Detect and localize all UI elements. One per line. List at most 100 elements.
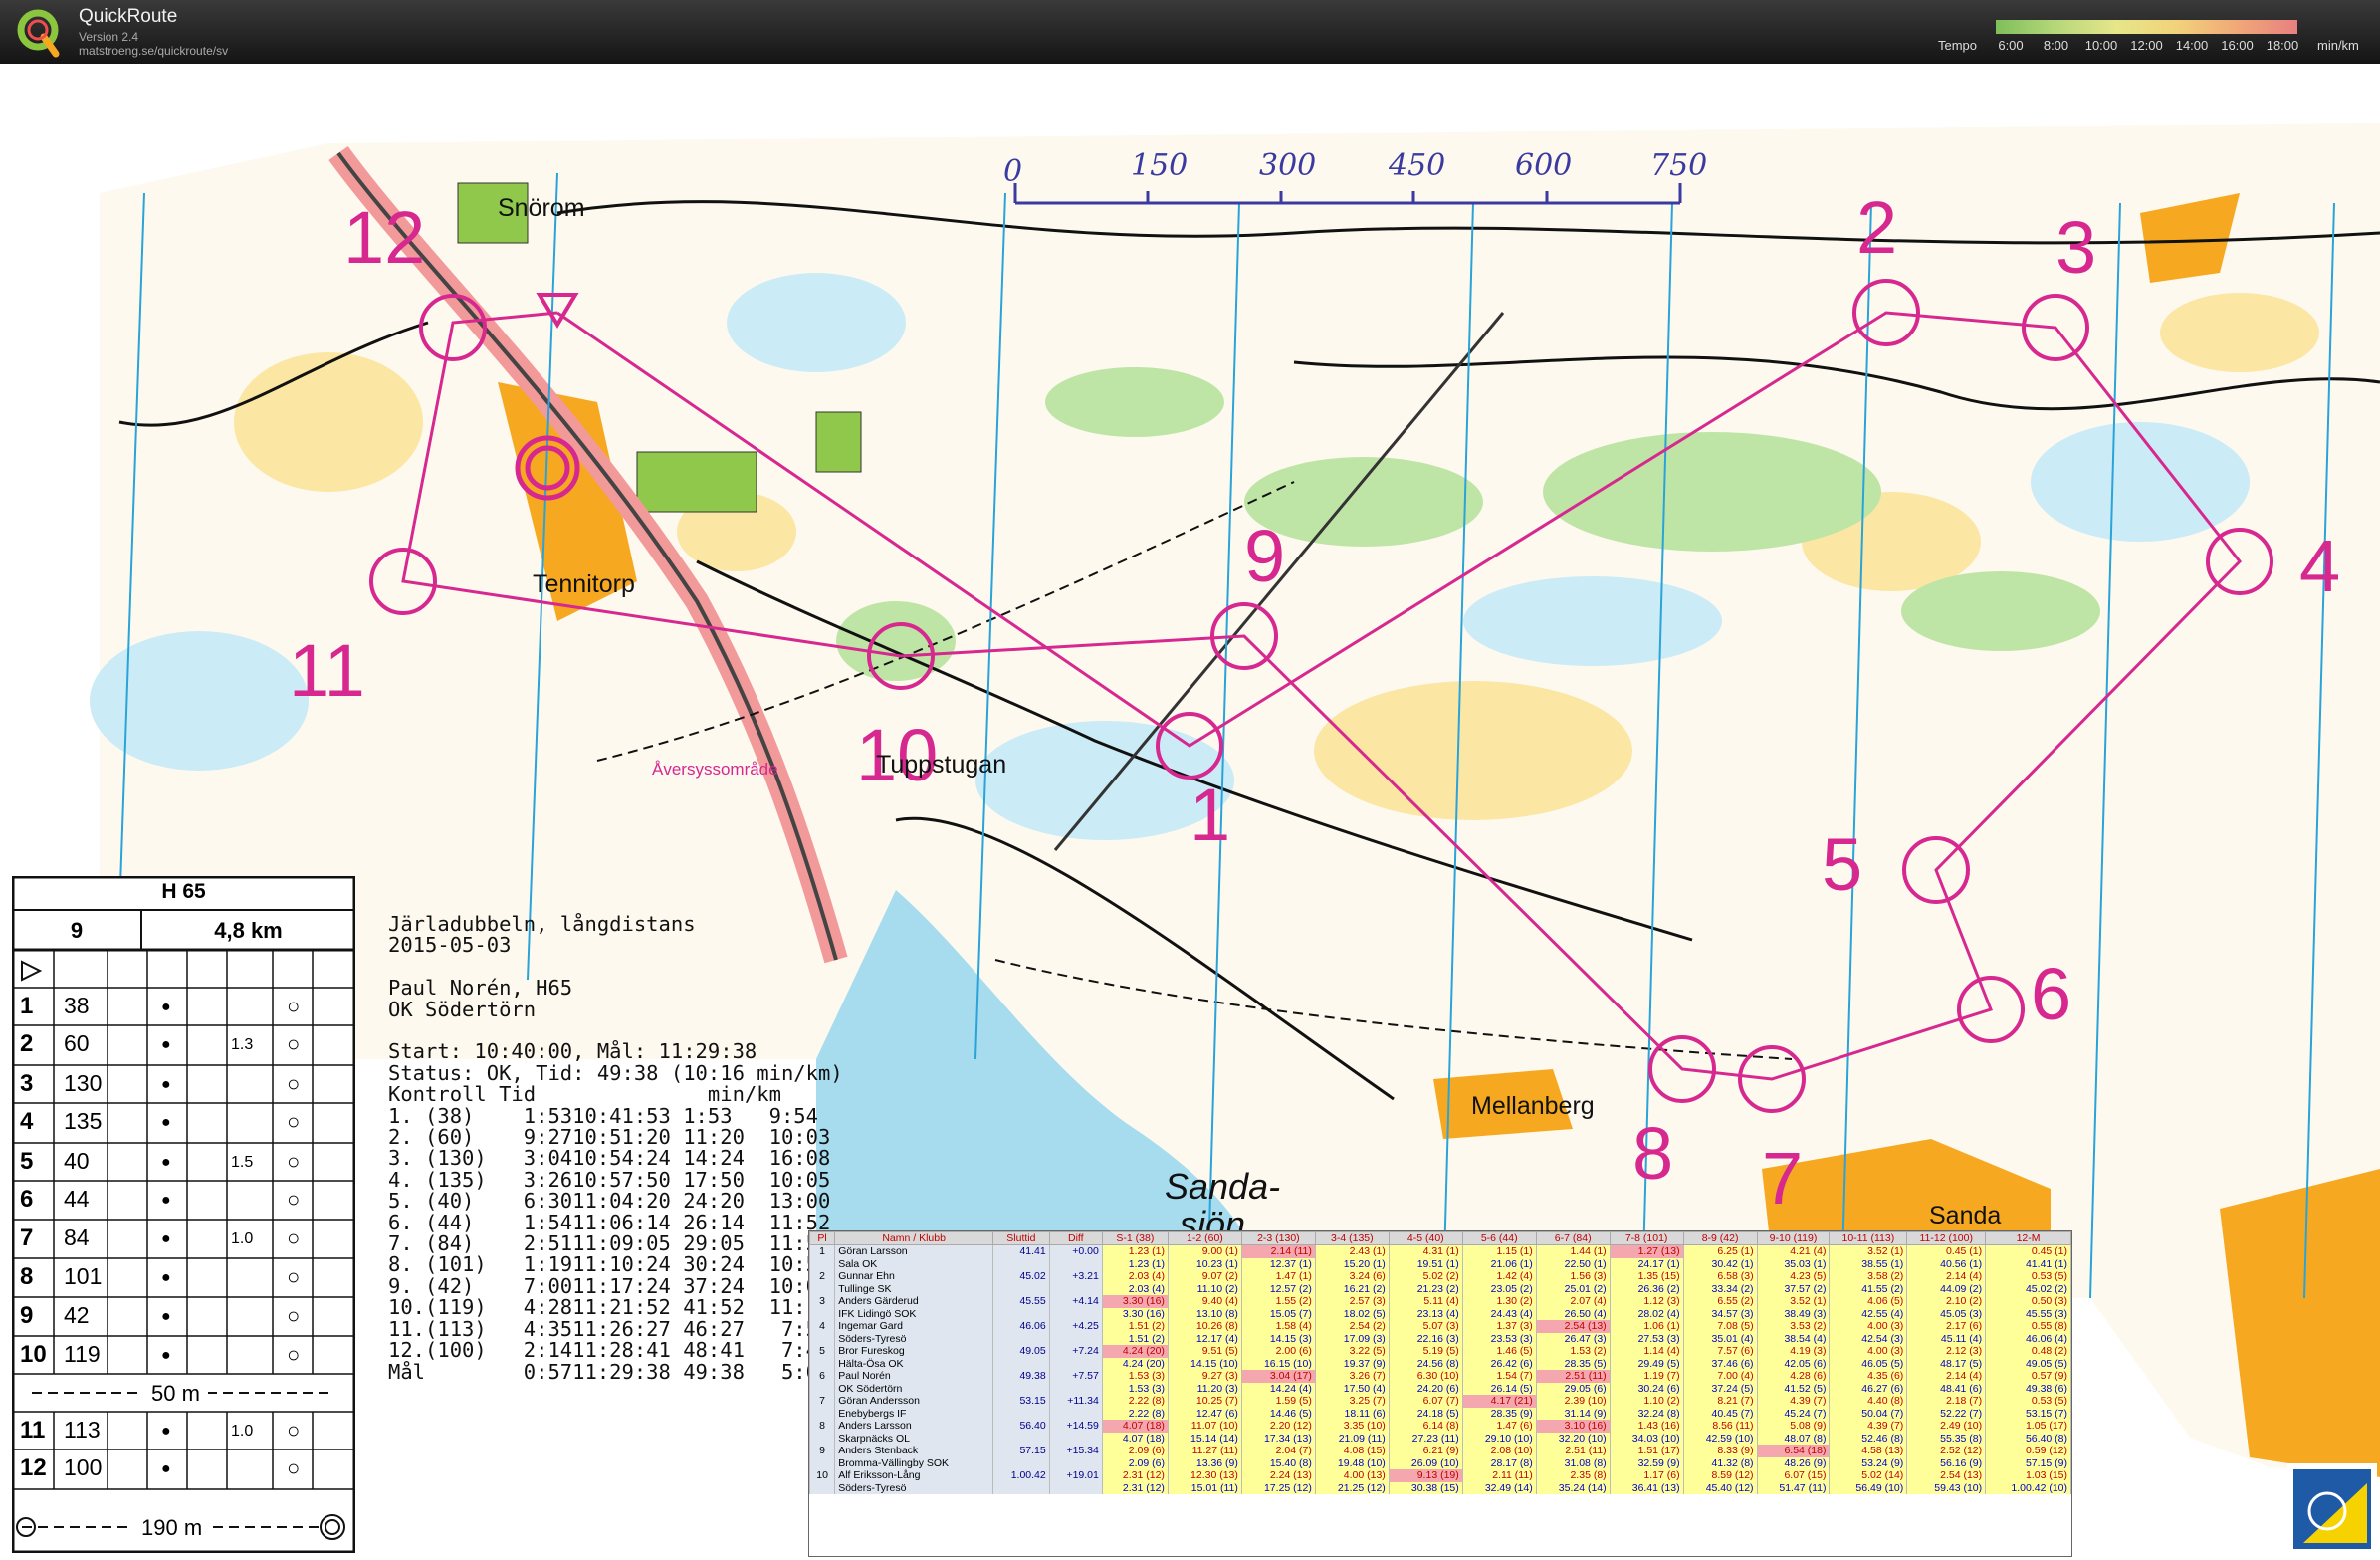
split-leg-cell: 2.11 (11) (1461, 1469, 1537, 1482)
table-row[interactable]: 8 Anders Larsson 56.40 +14.59 4.07 (18) 11.07… (808, 1420, 2071, 1433)
split-leg-cell: 1.51 (17) (1609, 1445, 1684, 1457)
split-leg-cell: 2.52 (12) (1906, 1445, 1987, 1457)
tempo-color-scale (1996, 20, 2297, 34)
runner-name-cell: Paul Norén (834, 1370, 994, 1383)
split-leg-cell: 4.58 (13) (1829, 1445, 1908, 1457)
split-total-cell: 23.05 (2) (1461, 1282, 1537, 1295)
table-row[interactable]: Skarpnäcks OL 4.07 (18) 15.14 (14) 17.34 (1… (808, 1432, 2071, 1445)
time-diff-cell (1048, 1407, 1103, 1420)
split-leg-cell: 9.00 (1) (1167, 1244, 1242, 1258)
split-table-body: 1 Göran Larsson 41.41 +0.00 1.23 (1) 9.00 (1)… (808, 1244, 2071, 1494)
table-row[interactable]: 10 Alf Eriksson-Lång 1.00.42 +19.01 2.31 (12… (808, 1469, 2071, 1482)
tempo-tick: 12:00 (2130, 38, 2163, 53)
split-leg-cell: 0.45 (1) (1985, 1244, 2071, 1258)
split-leg-cell: 4.39 (7) (1829, 1420, 1908, 1433)
control-code: 100 (64, 1454, 103, 1480)
control-position-icon: ○ (287, 1187, 301, 1212)
split-total-cell: 42.59 (10) (1682, 1432, 1758, 1445)
app-url[interactable]: matstroeng.se/quickroute/sv (79, 44, 228, 58)
table-row[interactable]: Bromma-Vällingby SOK 2.09 (6) 13.36 (9) 15.… (808, 1456, 2071, 1469)
split-total-cell: 46.06 (4) (1985, 1332, 2071, 1345)
time-diff-cell: +4.14 (1048, 1295, 1103, 1308)
split-total-cell: 48.26 (9) (1756, 1456, 1831, 1469)
split-times-table[interactable]: Pl Namn / Klubb Sluttid Diff S-1 (38) 1-2 (60… (808, 1230, 2072, 1557)
table-row[interactable]: Söders-Tyresö 1.51 (2) 12.17 (4) 14.15 (3) 1… (808, 1332, 2071, 1345)
control-feature-icon: ● (161, 1230, 171, 1247)
table-row[interactable]: 3 Anders Gärderud 45.55 +4.14 3.30 (16) 9.40 … (808, 1295, 2071, 1308)
table-row[interactable]: IFK Lidingö SOK 3.30 (16) 13.10 (8) 15.05 (… (808, 1307, 2071, 1320)
split-total-cell: 17.09 (3) (1314, 1332, 1390, 1345)
split-total-cell: 45.55 (3) (1985, 1307, 2071, 1320)
table-row[interactable]: 9 Anders Stenback 57.15 +15.34 2.09 (6) 11.27… (808, 1445, 2071, 1457)
table-row[interactable]: Hälta-Ösa OK 4.24 (20) 14.15 (10) 16.15 (10… (808, 1357, 2071, 1370)
control-number-6: 6 (2031, 953, 2071, 1035)
runner-name-cell: Anders Larsson (834, 1420, 994, 1433)
placement-cell (808, 1456, 836, 1469)
split-total-cell: 4.07 (18) (1101, 1432, 1169, 1445)
table-row[interactable]: 7 Göran Andersson 53.15 +11.34 2.22 (8) 10.25… (808, 1395, 2071, 1408)
split-leg-cell: 1.59 (5) (1240, 1395, 1316, 1408)
placement-cell (808, 1257, 836, 1270)
split-total-cell: 56.16 (9) (1906, 1456, 1987, 1469)
time-diff-cell: +0.00 (1048, 1244, 1103, 1258)
split-leg-cell: 2.57 (3) (1314, 1295, 1390, 1308)
table-row[interactable]: Enebybergs IF 2.22 (8) 12.47 (6) 14.46 (5) 1… (808, 1407, 2071, 1420)
split-leg-cell: 0.48 (2) (1985, 1345, 2071, 1358)
table-row[interactable]: Söders-Tyresö 2.31 (12) 15.01 (11) 17.25 (1… (808, 1481, 2071, 1494)
placement-cell: 1 (808, 1244, 836, 1258)
split-total-cell: 21.09 (11) (1314, 1432, 1390, 1445)
split-total-cell: 26.14 (5) (1461, 1382, 1537, 1395)
finish-time-cell (992, 1307, 1050, 1320)
split-total-cell: 38.54 (4) (1756, 1332, 1831, 1345)
result-line: Paul Norén, H65 (388, 976, 573, 1001)
split-leg-cell: 2.14 (4) (1906, 1270, 1987, 1283)
split-total-cell: 12.17 (4) (1167, 1332, 1242, 1345)
split-total-cell: 51.47 (11) (1756, 1481, 1831, 1494)
split-total-cell: 22.50 (1) (1535, 1257, 1611, 1270)
result-line: 10.(119) 4:2811:21:52 41:52 11:10 (388, 1295, 831, 1320)
split-leg-cell: 2.49 (10) (1906, 1420, 1987, 1433)
finish-time-cell (992, 1481, 1050, 1494)
split-total-cell: 28.35 (9) (1461, 1407, 1537, 1420)
runner-name-cell: Gunnar Ehn (834, 1270, 994, 1283)
split-leg-cell: 1.53 (2) (1535, 1345, 1611, 1358)
split-total-cell: 42.54 (3) (1829, 1332, 1908, 1345)
table-header-cell: 6-7 (84) (1535, 1231, 1611, 1245)
split-total-cell: 33.34 (2) (1682, 1282, 1758, 1295)
result-summary-text: Järladubbeln, långdistans 2015-05-03 Paul … (388, 913, 843, 1383)
table-header-cell: Pl (808, 1231, 836, 1245)
split-leg-cell: 5.08 (9) (1756, 1420, 1831, 1433)
table-header-cell: Sluttid (992, 1231, 1050, 1245)
split-leg-cell: 7.00 (4) (1682, 1370, 1758, 1383)
scale-tick-0: 0 (1003, 154, 1022, 189)
club-name-cell: Hälta-Ösa OK (834, 1357, 994, 1370)
table-row[interactable]: 2 Gunnar Ehn 45.02 +3.21 2.03 (4) 9.07 (2) 1.4… (808, 1270, 2071, 1283)
finish-time-cell (992, 1282, 1050, 1295)
split-leg-cell: 4.19 (3) (1756, 1345, 1831, 1358)
placement-cell: 3 (808, 1295, 836, 1308)
split-leg-cell: 6.30 (10) (1388, 1370, 1463, 1383)
placement-cell: 2 (808, 1270, 836, 1283)
split-total-cell: 45.02 (2) (1985, 1282, 2071, 1295)
split-total-cell: 17.50 (4) (1314, 1382, 1390, 1395)
split-total-cell: 18.11 (6) (1314, 1407, 1390, 1420)
placement-cell: 8 (808, 1420, 836, 1433)
split-total-cell: 12.47 (6) (1167, 1407, 1242, 1420)
table-row[interactable]: Sala OK 1.23 (1) 10.23 (1) 12.37 (1) 15.20 (… (808, 1257, 2071, 1270)
result-line: 5. (40) 6:3011:04:20 24:20 13:00 (388, 1189, 831, 1214)
split-leg-cell: 1.47 (1) (1240, 1270, 1316, 1283)
split-leg-cell: 5.02 (14) (1829, 1469, 1908, 1482)
split-leg-cell: 7.57 (6) (1682, 1345, 1758, 1358)
table-row[interactable]: OK Södertörn 1.53 (3) 11.20 (3) 14.24 (4) 17… (808, 1382, 2071, 1395)
table-row[interactable]: Tullinge SK 2.03 (4) 11.10 (2) 12.57 (2) 16.… (808, 1282, 2071, 1295)
table-row[interactable]: 6 Paul Norén 49.38 +7.57 1.53 (3) 9.27 (3) 3.0… (808, 1370, 2071, 1383)
table-row[interactable]: 4 Ingemar Gard 46.06 +4.25 1.51 (2) 10.26 (8)… (808, 1320, 2071, 1333)
table-row[interactable]: 1 Göran Larsson 41.41 +0.00 1.23 (1) 9.00 (1)… (808, 1244, 2071, 1258)
control-feature-icon: ● (161, 1460, 171, 1477)
result-line: Kontroll Tid min/km (388, 1082, 781, 1107)
split-total-cell: 53.15 (7) (1985, 1407, 2071, 1420)
finish-time-cell (992, 1332, 1050, 1345)
table-row[interactable]: 5 Bror Fureskog 49.05 +7.24 4.24 (20) 9.51 (5… (808, 1345, 2071, 1358)
split-total-cell: 37.46 (6) (1682, 1357, 1758, 1370)
split-total-cell: 45.24 (7) (1756, 1407, 1831, 1420)
